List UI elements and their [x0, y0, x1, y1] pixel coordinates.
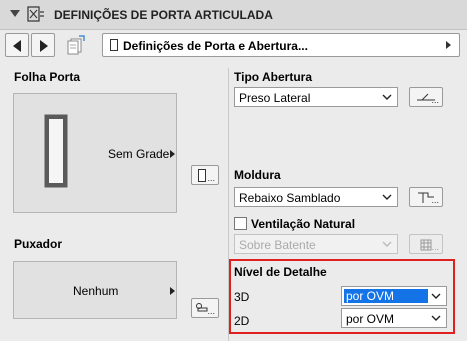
- panel-header[interactable]: DEFINIÇÕES DE PORTA ARTICULADA: [0, 0, 467, 30]
- submenu-arrow-icon: [170, 150, 175, 158]
- chevron-down-icon: [382, 94, 392, 100]
- door-handle-icon: [196, 303, 208, 312]
- folha-porta-heading: Folha Porta: [14, 70, 81, 84]
- detail-3d-label: 3D: [234, 290, 250, 304]
- frame-select[interactable]: Rebaixo Samblado: [234, 187, 398, 207]
- detail-2d-select[interactable]: por OVM: [341, 308, 447, 328]
- door-leaf-value: Sem Grade: [108, 147, 170, 161]
- detail-3d-value: por OVM: [344, 289, 428, 303]
- detail-level-heading: Nível de Detalhe: [234, 265, 327, 279]
- detail-3d-select[interactable]: por OVM: [341, 286, 447, 306]
- previous-page-button[interactable]: [5, 33, 29, 57]
- ventilation-label: Ventilação Natural: [251, 217, 356, 231]
- handle-preview[interactable]: Nenhum: [13, 261, 177, 319]
- chevron-down-icon: [431, 293, 441, 299]
- ventilation-checkbox[interactable]: [234, 217, 247, 230]
- moldura-heading: Moldura: [234, 168, 281, 182]
- handle-value: Nenhum: [73, 284, 119, 298]
- detail-2d-value: por OVM: [346, 312, 395, 326]
- page-selector-label: Definições de Porta e Abertura...: [123, 39, 308, 53]
- submenu-arrow-icon: [170, 287, 175, 295]
- panel-title: DEFINIÇÕES DE PORTA ARTICULADA: [54, 8, 273, 22]
- arrow-left-icon: [13, 40, 21, 52]
- ventilation-select: Sobre Batente: [234, 234, 398, 254]
- collapse-chevron-icon[interactable]: [10, 10, 20, 17]
- page-navigation-toolbar: Definições de Porta e Abertura...: [5, 33, 460, 59]
- door-settings-icon: [27, 6, 44, 22]
- ventilation-settings-button: ...: [409, 234, 443, 254]
- opening-type-settings-button[interactable]: ...: [409, 87, 443, 107]
- chevron-down-icon: [382, 241, 392, 247]
- detail-2d-label: 2D: [234, 314, 250, 328]
- handle-settings-button[interactable]: ...: [191, 298, 219, 318]
- frame-value: Rebaixo Samblado: [239, 191, 341, 205]
- door-leaf-icon: [44, 114, 68, 188]
- page-icon: [110, 39, 118, 51]
- submenu-arrow-icon: [446, 41, 451, 49]
- opening-type-select[interactable]: Preso Lateral: [234, 87, 398, 107]
- tipo-abertura-heading: Tipo Abertura: [234, 70, 313, 84]
- ventilation-value: Sobre Batente: [239, 238, 316, 252]
- chevron-down-icon: [382, 194, 392, 200]
- puxador-heading: Puxador: [14, 237, 63, 251]
- door-panel-icon: [198, 169, 206, 182]
- frame-settings-button[interactable]: ...: [409, 187, 443, 207]
- arrow-right-icon: [40, 40, 48, 52]
- page-selector[interactable]: Definições de Porta e Abertura...: [102, 33, 460, 57]
- next-page-button[interactable]: [31, 33, 55, 57]
- page-tree-icon[interactable]: [65, 35, 87, 55]
- door-leaf-settings-button[interactable]: ...: [191, 165, 219, 185]
- opening-type-value: Preso Lateral: [239, 91, 311, 105]
- chevron-down-icon: [431, 315, 441, 321]
- door-leaf-preview[interactable]: Sem Grade: [13, 93, 177, 213]
